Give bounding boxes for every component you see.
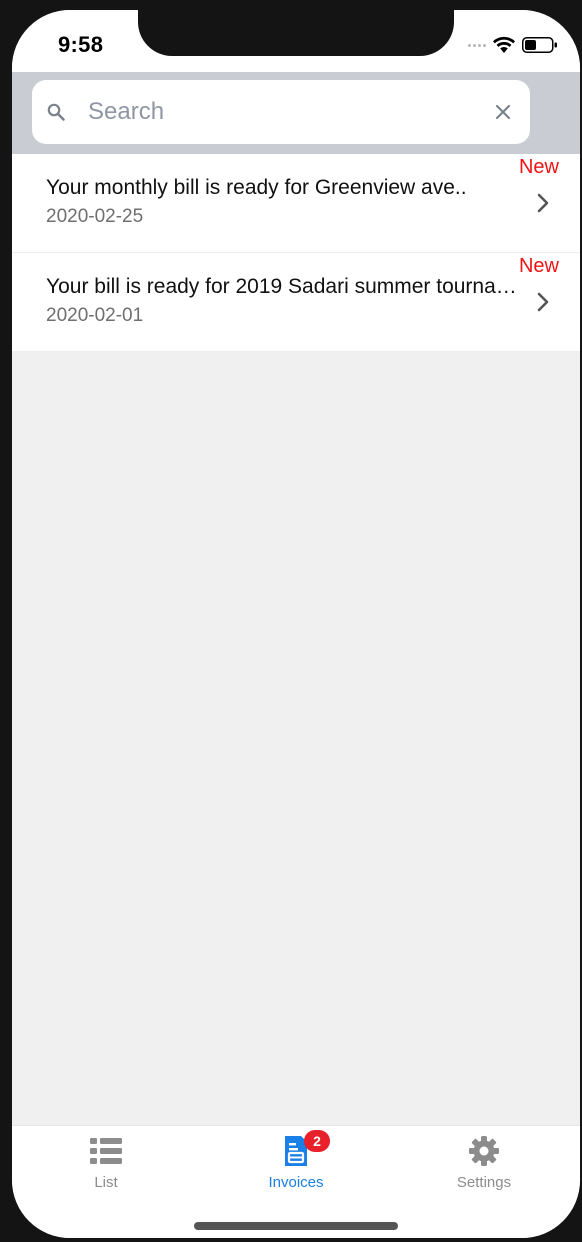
device-notch	[138, 10, 454, 56]
search-icon	[47, 103, 65, 121]
close-icon[interactable]	[492, 101, 514, 123]
invoice-date: 2020-02-25	[46, 206, 144, 227]
device-frame: 9:58 Search New Your monthly bill is rea…	[0, 0, 582, 1242]
new-badge: New	[518, 255, 559, 277]
status-time: 9:58	[58, 32, 104, 57]
signal-icon	[468, 43, 486, 47]
tab-label: Invoices	[268, 1174, 324, 1191]
home-indicator[interactable]	[194, 1222, 398, 1230]
tab-bar: List 2 Invoices Settings	[12, 1125, 580, 1238]
invoice-title: Your monthly bill is ready for Greenview…	[46, 176, 467, 199]
battery-icon	[522, 37, 557, 53]
app-screen: 9:58 Search New Your monthly bill is rea…	[12, 10, 580, 1238]
tab-label: List	[94, 1174, 118, 1191]
chevron-right-icon	[537, 193, 549, 213]
invoice-list: New Your monthly bill is ready for Green…	[12, 154, 580, 352]
tab-settings[interactable]: Settings	[414, 1126, 554, 1206]
new-badge: New	[518, 156, 559, 178]
list-icon	[90, 1138, 122, 1164]
status-bar: 9:58	[12, 10, 580, 72]
search-bar[interactable]	[32, 80, 530, 144]
wifi-icon	[493, 36, 515, 53]
status-icons	[468, 36, 558, 54]
search-bar-area	[12, 72, 580, 154]
tab-list[interactable]: List	[36, 1126, 176, 1206]
invoice-list-item[interactable]: New Your bill is ready for 2019 Sadari s…	[12, 253, 580, 352]
invoice-title: Your bill is ready for 2019 Sadari summe…	[46, 275, 516, 298]
gear-icon	[469, 1136, 499, 1166]
invoice-list-item[interactable]: New Your monthly bill is ready for Green…	[12, 154, 580, 253]
invoice-date: 2020-02-01	[46, 305, 144, 326]
chevron-right-icon	[537, 292, 549, 312]
search-input[interactable]	[88, 92, 468, 132]
tab-invoices[interactable]: 2 Invoices	[226, 1126, 366, 1206]
notification-badge: 2	[304, 1130, 330, 1152]
tab-label: Settings	[456, 1174, 512, 1191]
